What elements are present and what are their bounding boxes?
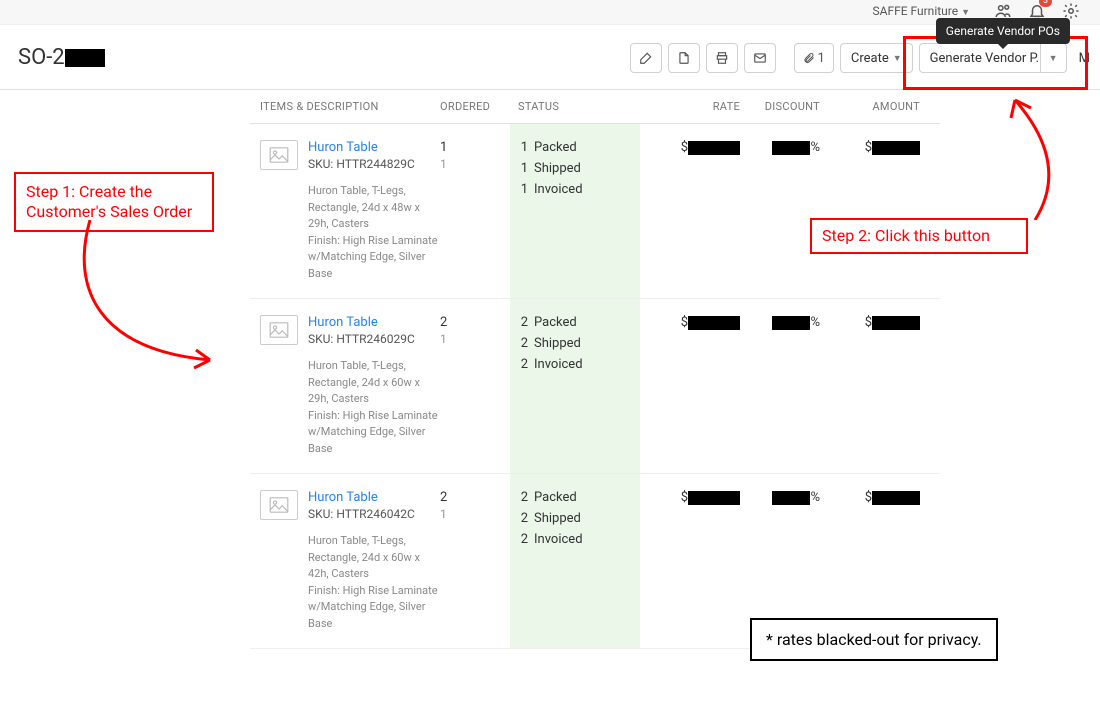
attach-count: 1 [818,51,825,66]
item-sku: SKU: HTTR246029C [308,332,440,346]
col-header-status: STATUS [510,100,640,113]
print-button[interactable] [706,43,738,73]
edit-button[interactable] [630,43,662,73]
rate-value: $ [681,490,688,505]
notif-badge: 3 [1039,0,1052,7]
status-packed: Packed [534,315,577,330]
status-shipped: Shipped [534,336,581,351]
status-packed: Packed [534,490,577,505]
item-description: Huron Table, T-Legs, Rectangle, 24d x 60… [308,533,440,632]
ordered-qty: 1 [440,140,510,155]
status-shipped: Shipped [534,511,581,526]
items-table-header: ITEMS & DESCRIPTION ORDERED STATUS RATE … [250,90,940,124]
status-invoiced: Invoiced [534,182,583,197]
create-label: Create [851,51,889,66]
status-shipped: Shipped [534,161,581,176]
image-placeholder-icon [260,140,298,170]
redacted-rate [688,141,740,155]
org-name: SAFFE Furniture [872,4,958,18]
table-row: Huron Table SKU: HTTR244829C Huron Table… [250,124,940,299]
discount-pct: % [810,315,820,330]
rate-value: $ [681,315,688,330]
col-header-amount: AMOUNT [820,100,940,113]
pdf-button[interactable] [668,43,700,73]
line-items-section: ITEMS & DESCRIPTION ORDERED STATUS RATE … [250,90,940,649]
annotation-arrow-step2 [980,90,1070,220]
item-sku: SKU: HTTR246042C [308,507,440,521]
item-name-link[interactable]: Huron Table [308,315,440,330]
annotation-step1: Step 1: Create the Customer's Sales Orde… [14,172,214,232]
image-placeholder-icon [260,490,298,520]
chevron-down-icon: ▼ [893,53,902,64]
item-sku: SKU: HTTR244829C [308,157,440,171]
annotation-highlight-box [903,36,1088,90]
ordered-qty-sub: 1 [440,332,510,346]
chevron-down-icon: ▼ [961,8,970,18]
item-description: Huron Table, T-Legs, Rectangle, 24d x 48… [308,183,440,282]
image-placeholder-icon [260,315,298,345]
ordered-qty-sub: 1 [440,157,510,171]
discount-pct: % [810,140,820,155]
email-button[interactable] [744,43,776,73]
annotation-privacy-note: * rates blacked-out for privacy. [750,618,998,661]
redacted-discount [772,491,810,505]
item-name-link[interactable]: Huron Table [308,490,440,505]
create-dropdown[interactable]: Create ▼ [840,43,913,73]
redacted-so-suffix [65,49,105,67]
redacted-rate [688,491,740,505]
annotation-arrow-step1 [60,220,260,400]
annotation-step2: Step 2: Click this button [810,218,1028,254]
amount-value: $ [865,490,872,505]
redacted-amount [872,141,920,155]
attachments-button[interactable]: 1 [794,43,834,73]
item-description: Huron Table, T-Legs, Rectangle, 24d x 60… [308,358,440,457]
tooltip-generate-vendor-pos: Generate Vendor POs [936,18,1070,44]
col-header-items: ITEMS & DESCRIPTION [250,100,440,113]
col-header-discount: DISCOUNT [740,100,820,113]
sales-order-number: SO-2 [18,45,105,70]
discount-pct: % [810,490,820,505]
status-invoiced: Invoiced [534,532,583,547]
ordered-qty: 2 [440,490,510,505]
rate-value: $ [681,140,688,155]
redacted-discount [772,141,810,155]
redacted-amount [872,316,920,330]
table-row: Huron Table SKU: HTTR246029C Huron Table… [250,299,940,474]
col-header-ordered: ORDERED [440,100,510,113]
redacted-rate [688,316,740,330]
amount-value: $ [865,140,872,155]
col-header-rate: RATE [640,100,740,113]
org-switcher[interactable]: SAFFE Furniture ▼ [872,4,970,18]
status-invoiced: Invoiced [534,357,583,372]
ordered-qty-sub: 1 [440,507,510,521]
ordered-qty: 2 [440,315,510,330]
status-packed: Packed [534,140,577,155]
amount-value: $ [865,315,872,330]
item-name-link[interactable]: Huron Table [308,140,440,155]
redacted-discount [772,316,810,330]
redacted-amount [872,491,920,505]
so-prefix: SO-2 [18,45,65,70]
